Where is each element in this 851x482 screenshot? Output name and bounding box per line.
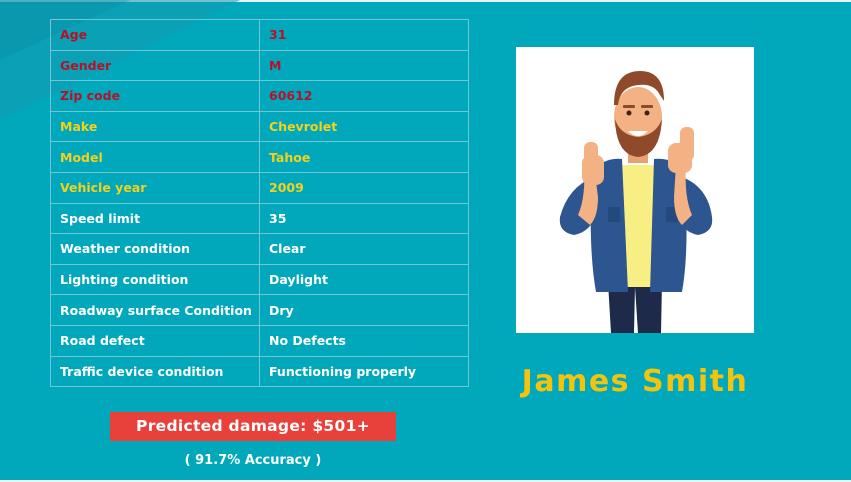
- field-label: Weather condition: [50, 233, 260, 265]
- field-value: 35: [259, 202, 469, 235]
- table-row: Road defect No Defects: [50, 324, 469, 357]
- person-name: James Smith: [521, 364, 749, 399]
- field-value: 31: [259, 19, 469, 51]
- field-label: Zip code: [50, 80, 260, 112]
- accuracy-label: ( 91.7% Accuracy ): [184, 453, 322, 468]
- table-row: Speed limit 35: [50, 202, 469, 235]
- field-label: Vehicle year: [50, 171, 260, 204]
- table-row: Make Chevrolet: [50, 110, 469, 143]
- field-value: Chevrolet: [259, 110, 469, 143]
- table-row: Zip code 60612: [50, 80, 469, 112]
- table-row: Lighting condition Daylight: [50, 263, 469, 296]
- field-value: Tahoe: [259, 141, 469, 173]
- table-row: Gender M: [50, 49, 469, 82]
- field-label: Road defect: [50, 324, 260, 357]
- field-value: Clear: [259, 233, 469, 265]
- table-row: Traffic device condition Functioning pro…: [50, 355, 469, 388]
- field-label: Speed limit: [50, 202, 260, 235]
- field-label: Traffic device condition: [50, 355, 260, 388]
- accident-details-table: Age 31 Gender M Zip code 60612 Make Chev…: [50, 19, 469, 388]
- field-label: Gender: [50, 49, 260, 82]
- field-label: Make: [50, 110, 260, 143]
- field-value: 2009: [259, 171, 469, 204]
- field-value: 60612: [259, 80, 469, 112]
- profile-photo-card: [516, 47, 754, 333]
- table-row: Vehicle year 2009: [50, 171, 469, 204]
- field-label: Roadway surface Condition: [50, 294, 260, 326]
- field-value: Daylight: [259, 263, 469, 296]
- field-value: Functioning properly: [259, 355, 469, 388]
- field-value: Dry: [259, 294, 469, 326]
- field-value: No Defects: [259, 324, 469, 357]
- field-label: Lighting condition: [50, 263, 260, 296]
- table-row: Roadway surface Condition Dry: [50, 294, 469, 326]
- field-label: Model: [50, 141, 260, 173]
- table-row: Model Tahoe: [50, 141, 469, 173]
- field-label: Age: [50, 19, 260, 51]
- field-value: M: [259, 49, 469, 82]
- predicted-damage-badge: Predicted damage: $501+: [110, 412, 396, 441]
- table-row: Age 31: [50, 19, 469, 51]
- cartoon-man-thumbs-up-avatar: [559, 71, 713, 333]
- table-row: Weather condition Clear: [50, 233, 469, 265]
